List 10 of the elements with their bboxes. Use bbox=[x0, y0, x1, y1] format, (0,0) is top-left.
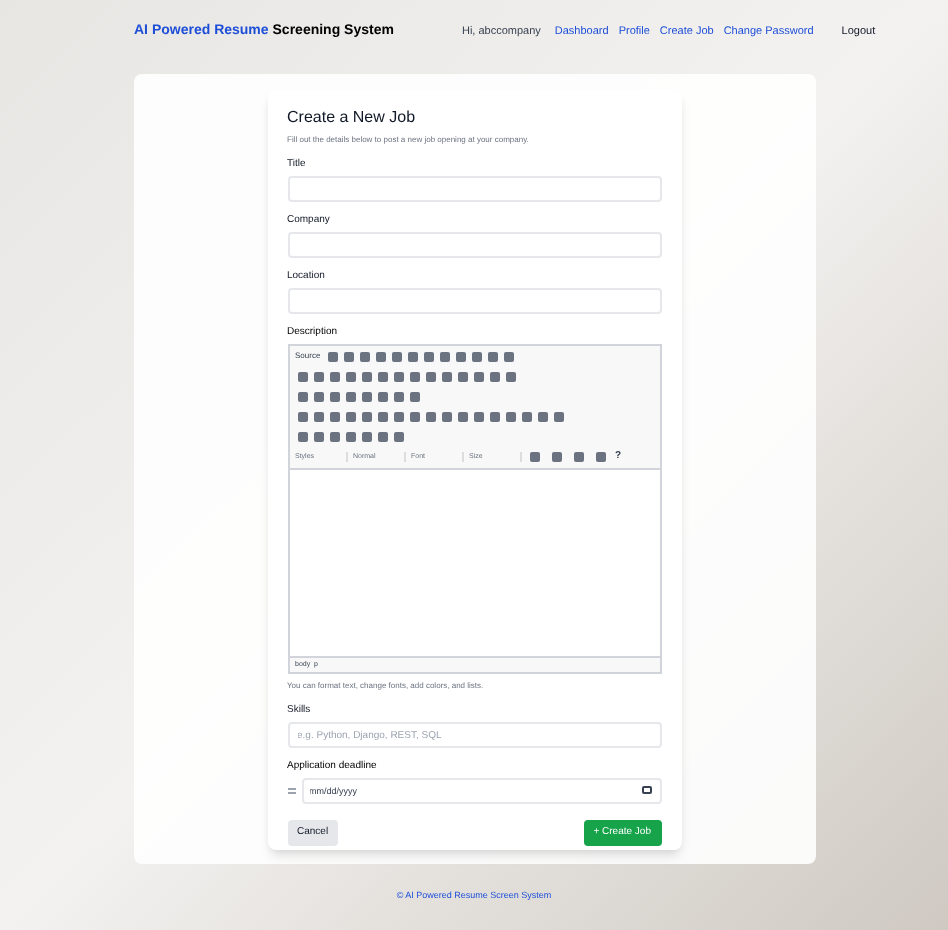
calendar-icon[interactable] bbox=[641, 786, 651, 794]
toolbar-icon[interactable] bbox=[552, 452, 562, 462]
list-icon bbox=[287, 788, 295, 794]
input-field[interactable] bbox=[287, 176, 661, 202]
toolbar-icon[interactable] bbox=[596, 452, 606, 462]
input-field[interactable] bbox=[287, 288, 661, 314]
toolbar-icon[interactable] bbox=[530, 452, 540, 462]
form-title: Create a New Job bbox=[287, 110, 418, 126]
input-field[interactable] bbox=[287, 232, 661, 258]
toolbar-icon[interactable] bbox=[574, 452, 584, 462]
